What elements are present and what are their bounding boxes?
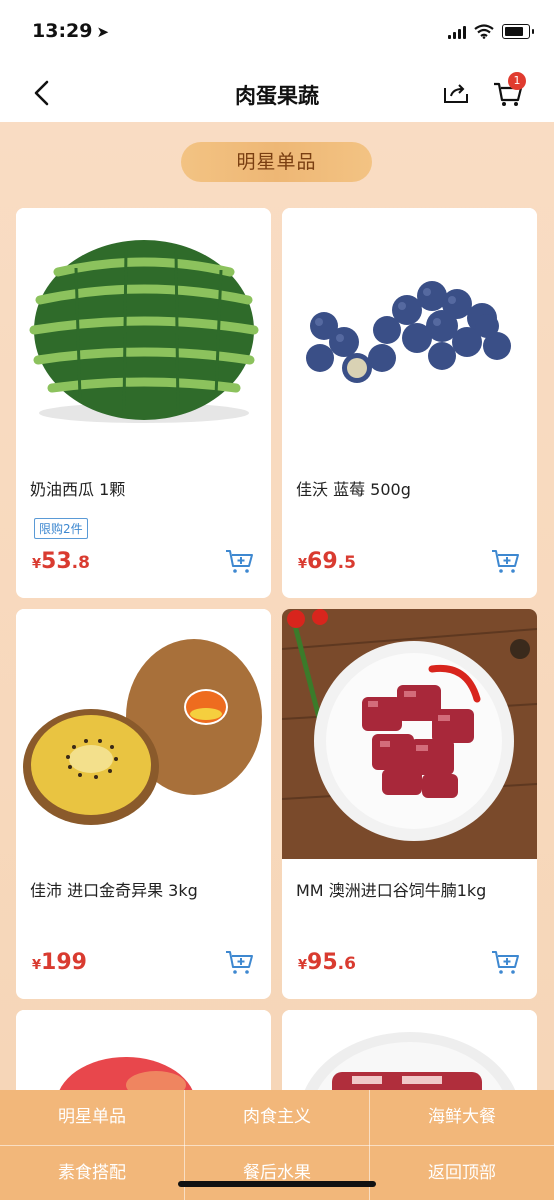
product-card[interactable]: 奶油西瓜 1颗 限购2件 ¥53.8 [16, 208, 271, 598]
home-indicator[interactable] [178, 1181, 376, 1187]
section-title: 明星单品 [181, 142, 372, 182]
page-title: 肉蛋果蔬 [235, 84, 319, 108]
add-to-cart-icon[interactable] [224, 947, 254, 977]
product-price: ¥69.5 [298, 549, 356, 574]
product-price: ¥95.6 [298, 950, 356, 975]
product-section: 明星单品 奶油西瓜 1颗 限购2件 ¥53.8 佳沃 蓝莓 500g ¥69.5… [0, 122, 554, 1100]
product-image-blueberries [282, 208, 537, 458]
product-name: 佳沛 进口金奇异果 3kg [30, 881, 198, 900]
nav-bar: 肉蛋果蔬 1 [0, 66, 554, 122]
product-card[interactable]: MM 澳洲进口谷饲牛腩1kg ¥95.6 [282, 609, 537, 999]
product-card[interactable] [16, 1010, 271, 1100]
nav-star-products[interactable]: 明星单品 [0, 1090, 184, 1144]
product-name: 奶油西瓜 1颗 [30, 480, 126, 499]
add-to-cart-icon[interactable] [490, 947, 520, 977]
status-icons [448, 24, 534, 39]
product-image-beef [282, 609, 537, 859]
nav-meat-lovers[interactable]: 肉食主义 [185, 1090, 369, 1144]
product-image-apple [16, 1010, 271, 1100]
product-card[interactable] [282, 1010, 537, 1100]
product-card[interactable]: 佳沃 蓝莓 500g ¥69.5 [282, 208, 537, 598]
add-to-cart-icon[interactable] [490, 546, 520, 576]
product-image-meat [282, 1010, 537, 1100]
location-arrow-icon: ➤ [96, 23, 110, 41]
status-bar: 13:29 ➤ [0, 0, 554, 66]
wifi-icon [474, 24, 494, 39]
product-image-kiwi [16, 609, 271, 859]
purchase-limit-tag: 限购2件 [34, 518, 88, 539]
battery-icon [502, 24, 534, 39]
product-price: ¥53.8 [32, 549, 90, 574]
add-to-cart-icon[interactable] [224, 546, 254, 576]
nav-back-to-top[interactable]: 返回顶部 [370, 1146, 554, 1200]
product-name: MM 澳洲进口谷饲牛腩1kg [296, 881, 487, 900]
nav-vegetarian[interactable]: 素食搭配 [0, 1146, 184, 1200]
nav-dessert-fruit[interactable]: 餐后水果 [185, 1146, 369, 1200]
product-name: 佳沃 蓝莓 500g [296, 480, 411, 499]
status-time: 13:29 ➤ [32, 20, 110, 42]
signal-icon [448, 25, 466, 39]
divider [0, 1145, 554, 1146]
share-icon[interactable] [442, 80, 470, 106]
product-image-watermelon [16, 208, 271, 458]
product-price: ¥199 [32, 950, 87, 975]
cart-badge: 1 [508, 72, 526, 90]
product-card[interactable]: 佳沛 进口金奇异果 3kg ¥199 [16, 609, 271, 999]
nav-seafood[interactable]: 海鲜大餐 [370, 1090, 554, 1144]
